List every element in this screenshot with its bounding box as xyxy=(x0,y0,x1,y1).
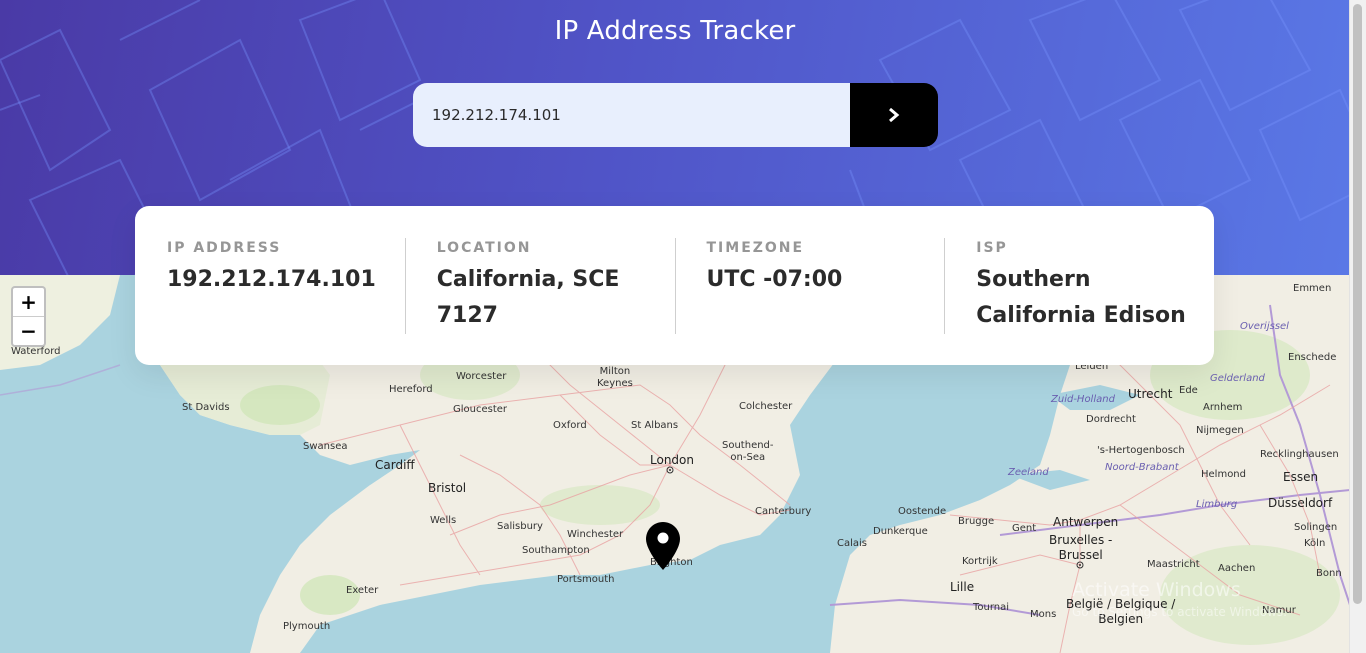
info-value: California, SCE 7127 xyxy=(436,267,620,328)
map-label-waterford: Waterford xyxy=(11,346,61,357)
info-card: IP ADDRESS 192.212.174.101 LOCATION Cali… xyxy=(135,206,1214,365)
map-label-noord-brabant: Noord-Brabant xyxy=(1105,462,1179,473)
scrollbar-thumb[interactable] xyxy=(1353,4,1362,604)
zoom-in-button[interactable]: + xyxy=(13,288,44,316)
activate-windows-title: Activate Windows xyxy=(1072,579,1241,601)
map-label-canterbury: Canterbury xyxy=(755,506,812,517)
map-label-gloucester: Gloucester xyxy=(453,404,508,415)
map-label-limburg: Limburg xyxy=(1196,499,1238,510)
map-label-bristol: Bristol xyxy=(428,481,467,495)
info-label: ISP xyxy=(976,240,1008,256)
map-label-enschede: Enschede xyxy=(1288,352,1337,363)
map-label-lille: Lille xyxy=(950,580,975,594)
map-label-s-hertogenbosch: 's-Hertogenbosch xyxy=(1097,445,1185,456)
info-location: LOCATION California, SCE 7127 xyxy=(404,206,675,365)
chevron-right-icon xyxy=(889,107,900,123)
map-label-tournai: Tournai xyxy=(973,602,1010,613)
info-timezone: TIMEZONE UTC -07:00 xyxy=(674,206,945,365)
map-label-portsmouth: Portsmouth xyxy=(557,574,615,585)
map-label-utrecht: Utrecht xyxy=(1128,387,1173,401)
map-label-helmond: Helmond xyxy=(1201,469,1246,480)
map-label-worcester: Worcester xyxy=(456,371,507,382)
map-label-london: London xyxy=(650,453,694,467)
map-label-cardiff: Cardiff xyxy=(375,458,415,472)
info-isp: ISP Southern California Edison xyxy=(944,206,1214,365)
map-label-zeeland: Zeeland xyxy=(1008,467,1049,478)
page-title: IP Address Tracker xyxy=(554,16,796,46)
ip-search-input[interactable] xyxy=(413,83,850,147)
info-value: Southern California Edison xyxy=(976,267,1186,328)
activate-windows-subtitle: Go to Settings to activate Windows. xyxy=(1072,605,1287,619)
map-label-gelderland: Gelderland xyxy=(1210,373,1265,384)
map-label-solingen: Solingen xyxy=(1294,522,1338,533)
map-label-koln: Köln xyxy=(1304,538,1326,549)
map-label-brugge: Brugge xyxy=(958,516,995,527)
map-label-essen: Essen xyxy=(1283,470,1319,484)
map-label-antwerpen: Antwerpen xyxy=(1053,515,1119,529)
map-label-zuid-holland: Zuid-Holland xyxy=(1051,394,1115,405)
map-label-overijssel: Overijssel xyxy=(1240,321,1289,332)
info-label: LOCATION xyxy=(436,240,532,256)
map-label-recklinghausen: Recklinghausen xyxy=(1260,449,1339,460)
map-label-arnhem: Arnhem xyxy=(1203,402,1243,413)
map-label-colchester: Colchester xyxy=(739,401,793,412)
map-label-southend: Southend- on-Sea xyxy=(722,440,774,463)
map-label-swansea: Swansea xyxy=(303,441,348,452)
map-label-emmen: Emmen xyxy=(1293,283,1332,294)
search-form xyxy=(413,83,938,147)
map-label-oxford: Oxford xyxy=(553,420,587,431)
map-label-mons: Mons xyxy=(1030,609,1057,620)
map-label-st-albans: St Albans xyxy=(631,420,679,431)
map-label-exeter: Exeter xyxy=(346,585,379,596)
zoom-control: + − xyxy=(11,286,46,347)
info-value: UTC -07:00 xyxy=(706,267,843,292)
page-scrollbar[interactable] xyxy=(1349,0,1366,653)
map-label-st-davids: St Davids xyxy=(182,402,230,413)
map-label-wells: Wells xyxy=(430,515,457,526)
map-label-dusseldorf: Düsseldorf xyxy=(1268,496,1333,510)
map-label-salisbury: Salisbury xyxy=(497,521,543,532)
map-label-milton-keynes: Milton Keynes xyxy=(597,366,633,389)
zoom-out-button[interactable]: − xyxy=(13,316,44,345)
page: Waterford Emmen Overijssel Enschede Leid… xyxy=(0,0,1366,653)
map-label-oostende: Oostende xyxy=(898,506,947,517)
info-label: IP ADDRESS xyxy=(167,240,282,256)
info-ip-address: IP ADDRESS 192.212.174.101 xyxy=(135,206,405,365)
map-label-southampton: Southampton xyxy=(522,545,590,556)
map-label-nijmegen: Nijmegen xyxy=(1196,425,1244,436)
map-label-hereford: Hereford xyxy=(389,384,433,395)
map-label-bonn: Bonn xyxy=(1316,568,1342,579)
map-label-kortrijk: Kortrijk xyxy=(962,556,998,567)
map-label-bruxelles: Bruxelles - Brussel xyxy=(1049,533,1113,562)
map-label-ede: Ede xyxy=(1179,385,1198,396)
map-label-winchester: Winchester xyxy=(567,529,624,540)
map-label-maastricht: Maastricht xyxy=(1147,559,1200,570)
search-submit-button[interactable] xyxy=(850,83,938,147)
map-label-calais: Calais xyxy=(837,538,868,549)
map-label-aachen: Aachen xyxy=(1218,563,1256,574)
info-label: TIMEZONE xyxy=(706,240,805,256)
info-value: 192.212.174.101 xyxy=(167,267,376,292)
map-label-dordrecht: Dordrecht xyxy=(1086,414,1136,425)
map-label-plymouth: Plymouth xyxy=(283,621,331,632)
map-label-gent: Gent xyxy=(1012,523,1037,534)
map-label-dunkerque: Dunkerque xyxy=(873,526,928,537)
map-pin-icon[interactable] xyxy=(646,522,680,570)
